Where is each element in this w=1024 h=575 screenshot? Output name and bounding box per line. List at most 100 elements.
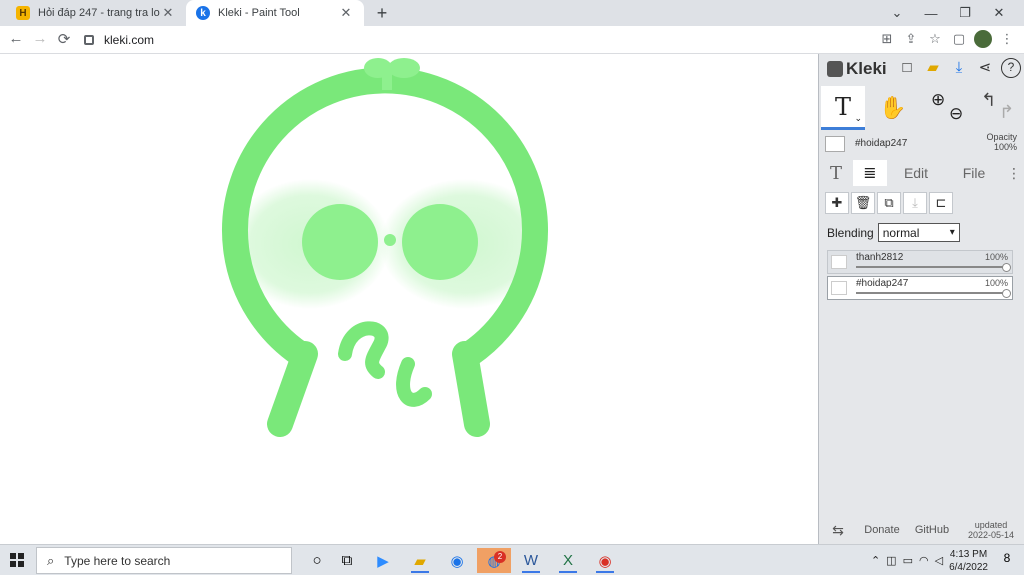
tab-file[interactable]: File: [945, 160, 1003, 186]
github-link[interactable]: GitHub: [907, 524, 957, 536]
chevron-down-icon[interactable]: ⌄: [880, 5, 914, 21]
url-field[interactable]: kleki.com: [84, 29, 864, 51]
chevron-down-icon[interactable]: ⌄: [854, 114, 862, 124]
browser-toolbar-icons: ⊞ ⇪ ☆ ▢ ⋮: [878, 30, 1016, 48]
h-icon: H: [16, 6, 30, 20]
excel-icon[interactable]: X: [551, 548, 585, 573]
nose-dot: [384, 234, 396, 246]
slider-handle[interactable]: [1002, 263, 1011, 272]
clock-time: 4:13 PM: [949, 548, 988, 560]
layer-opacity-slider[interactable]: [856, 266, 1004, 268]
panel-footer: ⇆ Donate GitHub updated 2022-05-14: [819, 516, 1024, 544]
text-tool-button[interactable]: T ⌄: [821, 86, 865, 130]
notification-icon[interactable]: 8: [998, 551, 1016, 569]
chevron-up-icon[interactable]: ⌃: [871, 554, 880, 567]
kleki-header: Kleki □ ▰ ⤓ ⋖ ?: [819, 54, 1024, 84]
tab-layers[interactable]: ≣: [853, 160, 887, 186]
zoom-icon[interactable]: ▶: [366, 548, 400, 573]
close-icon[interactable]: ✕: [338, 5, 354, 21]
import-folder-icon[interactable]: ▰: [923, 58, 943, 78]
right-leg: [452, 341, 490, 437]
taskbar-search[interactable]: ⌕ Type here to search: [36, 547, 292, 574]
brand-name: Kleki: [846, 59, 887, 78]
download-icon[interactable]: ⤓: [949, 58, 969, 78]
back-icon[interactable]: ←: [6, 30, 26, 47]
layer-thumbnail[interactable]: [825, 136, 845, 152]
layer-item[interactable]: thanh2812 100%: [827, 250, 1013, 274]
chat-app-icon[interactable]: ◍ 2: [477, 548, 511, 573]
squiggle-bottom: [396, 357, 432, 407]
add-layer-button[interactable]: ✚: [825, 192, 849, 214]
browser-menu-icon[interactable]: ⋮: [998, 30, 1016, 48]
clock[interactable]: 4:13 PM 6/4/2022: [949, 548, 988, 574]
delete-layer-button[interactable]: 🗑: [851, 192, 875, 214]
chevron-down-icon: ▾: [949, 227, 955, 238]
slider-handle[interactable]: [1002, 289, 1011, 298]
profile-avatar[interactable]: [974, 30, 992, 48]
maximize-icon[interactable]: ❐: [948, 5, 982, 21]
left-eye: [302, 204, 378, 280]
donate-link[interactable]: Donate: [857, 524, 907, 536]
updated-label: updated: [974, 520, 1008, 530]
tab-title: Kleki - Paint Tool: [218, 7, 300, 19]
badge-count: 2: [494, 551, 506, 563]
close-icon[interactable]: ✕: [160, 5, 176, 21]
side-panel-icon[interactable]: ▢: [950, 30, 968, 48]
updated-info: updated 2022-05-14: [957, 520, 1024, 540]
help-icon[interactable]: ?: [1001, 58, 1021, 78]
bookmark-star-icon[interactable]: ☆: [926, 30, 944, 48]
text-tool-icon: T: [834, 92, 851, 121]
edge-icon[interactable]: ◉: [440, 548, 474, 573]
duplicate-layer-button[interactable]: ⧉: [877, 192, 901, 214]
cortana-icon[interactable]: ○: [300, 548, 334, 573]
zoom-in-icon[interactable]: ⊕: [931, 90, 945, 110]
word-icon[interactable]: W: [514, 548, 548, 573]
blending-select[interactable]: normal ▾: [877, 223, 960, 242]
tab-text[interactable]: T: [819, 160, 853, 186]
tab-kleki[interactable]: k Kleki - Paint Tool ✕: [186, 0, 364, 26]
more-icon[interactable]: ⋮: [1003, 160, 1024, 186]
volume-icon[interactable]: ◁: [935, 554, 943, 567]
kleki-logo: Kleki: [827, 59, 887, 79]
task-view-icon[interactable]: ⧉: [330, 548, 364, 573]
windows-start-icon[interactable]: [10, 553, 24, 567]
battery-icon[interactable]: ▭: [903, 554, 913, 567]
translate-icon[interactable]: ⊞: [878, 30, 896, 48]
layer-opacity-slider[interactable]: [856, 292, 1004, 294]
hand-tool-button[interactable]: ✋: [871, 86, 915, 130]
layer-item[interactable]: #hoidap247 100%: [827, 276, 1013, 300]
windows-taskbar: ⌕ Type here to search ○ ⧉ ▶ ▰ ◉ ◍ 2 W X …: [0, 544, 1024, 575]
zoom-out-icon[interactable]: ⊖: [949, 104, 963, 124]
opacity-readout: Opacity 100%: [986, 132, 1017, 152]
layer-opacity: 100%: [984, 252, 1008, 262]
redo-icon[interactable]: ↱: [999, 102, 1014, 123]
share-icon[interactable]: ⇪: [902, 30, 920, 48]
layer-thumbnail: [831, 281, 847, 295]
undo-icon[interactable]: ↰: [981, 90, 996, 111]
tab-edit[interactable]: Edit: [887, 160, 945, 186]
reload-icon[interactable]: ⟳: [54, 30, 74, 48]
drawing-canvas[interactable]: [0, 54, 818, 544]
notification-count: 8: [1003, 551, 1011, 565]
layer-preview-row: #hoidap247 Opacity 100%: [819, 132, 1024, 160]
window-controls: ⌄ — ❐ ✕: [880, 0, 1016, 26]
new-tab-button[interactable]: +: [372, 3, 392, 24]
minimize-icon[interactable]: —: [914, 6, 948, 21]
new-image-icon[interactable]: □: [897, 58, 917, 78]
tab-title: Hỏi đáp 247 - trang tra loi: [38, 7, 160, 19]
close-window-icon[interactable]: ✕: [982, 5, 1016, 21]
share-icon[interactable]: ⋖: [975, 58, 995, 78]
address-bar: ← → ⟳ kleki.com ⊞ ⇪ ☆ ▢ ⋮: [0, 26, 1024, 54]
tab-hoidap247[interactable]: H Hỏi đáp 247 - trang tra loi ✕: [6, 0, 186, 26]
chrome-icon[interactable]: ◉: [588, 548, 622, 573]
forward-icon[interactable]: →: [30, 30, 50, 47]
rename-layer-button[interactable]: ⊏: [929, 192, 953, 214]
layer-name: #hoidap247: [856, 278, 909, 289]
url-text: kleki.com: [104, 33, 155, 47]
camera-icon[interactable]: ◫: [886, 554, 896, 567]
wifi-icon[interactable]: ◠: [919, 554, 929, 567]
file-explorer-icon[interactable]: ▰: [403, 548, 437, 573]
swap-side-icon[interactable]: ⇆: [819, 522, 857, 539]
browser-tab-strip: H Hỏi đáp 247 - trang tra loi ✕ k Kleki …: [0, 0, 1024, 26]
merge-layer-button[interactable]: ⤓: [903, 192, 927, 214]
